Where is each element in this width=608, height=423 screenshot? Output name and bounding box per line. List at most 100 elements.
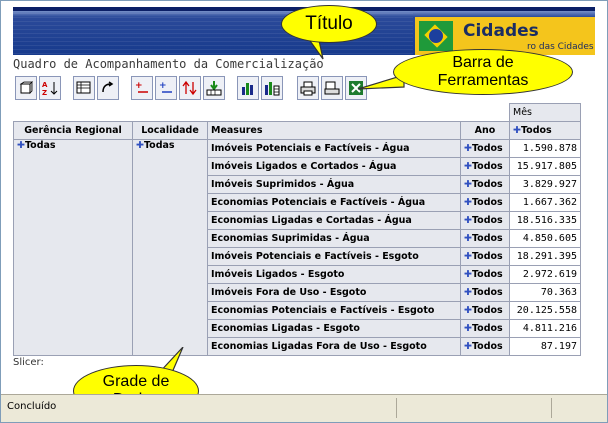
measure-cell: Imóveis Suprimidos - Água	[207, 175, 461, 194]
measure-cell: Economias Ligadas Fora de Uso - Esgoto	[207, 337, 461, 356]
measure-cell: Economias Ligadas e Cortadas - Água	[207, 211, 461, 230]
ano-value: Todos	[471, 143, 503, 154]
column-header-measures: Measures	[207, 121, 461, 140]
ano-cell[interactable]: ✚Todos	[460, 265, 510, 284]
measure-cell: Imóveis Ligados e Cortados - Água	[207, 157, 461, 176]
expand-plus-icon[interactable]: ✚	[513, 125, 521, 136]
value-cell: 4.850.605	[509, 229, 581, 248]
value-cell: 15.917.805	[509, 157, 581, 176]
expand-plus-icon[interactable]: ✚	[464, 233, 472, 244]
expand-plus-icon[interactable]: ✚	[464, 215, 472, 226]
status-divider	[396, 398, 397, 418]
status-text: Concluído	[7, 401, 57, 412]
measure-cell: Economias Potenciais e Factíveis - Água	[207, 193, 461, 212]
expand-icon[interactable]: +	[131, 76, 153, 100]
value-cell: 70.363	[509, 283, 581, 302]
data-grid: Mês Gerência Regional Localidade Measure…	[13, 103, 581, 356]
brand-title: Cidades	[463, 21, 539, 41]
expand-plus-icon[interactable]: ✚	[464, 197, 472, 208]
measure-cell: Imóveis Ligados - Esgoto	[207, 265, 461, 284]
ano-value: Todos	[471, 305, 503, 316]
column-header-ano: Ano	[460, 121, 510, 140]
ano-cell[interactable]: ✚Todos	[460, 283, 510, 302]
value-cell: 1.667.362	[509, 193, 581, 212]
browser-content: Cidades ro das Cidades Quadro de Acompan…	[0, 0, 608, 423]
print-icon[interactable]	[297, 76, 319, 100]
value-cell: 20.125.558	[509, 301, 581, 320]
measure-cell: Economias Potenciais e Factíveis - Esgot…	[207, 301, 461, 320]
value-cell: 3.829.927	[509, 175, 581, 194]
ano-value: Todos	[471, 287, 503, 298]
ano-cell[interactable]: ✚Todos	[460, 157, 510, 176]
gerencia-value: Todas	[24, 140, 56, 151]
ano-value: Todos	[471, 197, 503, 208]
ano-value: Todos	[471, 161, 503, 172]
drill-through-icon[interactable]	[203, 76, 225, 100]
collapse-icon[interactable]: +	[155, 76, 177, 100]
ano-cell[interactable]: ✚Todos	[460, 301, 510, 320]
swap-icon[interactable]	[97, 76, 119, 100]
chart-icon[interactable]	[237, 76, 259, 100]
ano-cell[interactable]: ✚Todos	[460, 139, 510, 158]
expand-plus-icon[interactable]: ✚	[464, 341, 472, 352]
value-cell: 87.197	[509, 337, 581, 356]
ano-cell[interactable]: ✚Todos	[460, 229, 510, 248]
ano-cell[interactable]: ✚Todos	[460, 175, 510, 194]
localidade-value: Todas	[143, 140, 175, 151]
value-cell: 1.590.878	[509, 139, 581, 158]
value-cell: 18.516.335	[509, 211, 581, 230]
expand-plus-icon[interactable]: ✚	[464, 287, 472, 298]
expand-plus-icon[interactable]: ✚	[464, 179, 472, 190]
ano-value: Todos	[471, 233, 503, 244]
ano-value: Todos	[471, 251, 503, 262]
expand-plus-icon[interactable]: ✚	[136, 140, 144, 151]
ano-cell[interactable]: ✚Todos	[460, 319, 510, 338]
column-header-gerencia: Gerência Regional	[13, 121, 133, 140]
expand-plus-icon[interactable]: ✚	[464, 323, 472, 334]
svg-text:Z: Z	[42, 89, 47, 96]
mes-todos-label: Todos	[520, 125, 552, 136]
value-cell: 18.291.395	[509, 247, 581, 266]
drill-icon[interactable]	[73, 76, 95, 100]
page-title: Quadro de Acompanhamento da Comercializa…	[13, 57, 324, 71]
value-cell: 4.811.216	[509, 319, 581, 338]
measure-cell: Economias Suprimidas - Água	[207, 229, 461, 248]
table-row: ✚Todas ✚Todas Imóveis Potenciais e Factí…	[13, 139, 581, 356]
ano-cell[interactable]: ✚Todos	[460, 193, 510, 212]
ano-value: Todos	[471, 179, 503, 190]
callout-barra-ferramentas: Barra de Ferramentas	[393, 49, 573, 95]
ano-cell[interactable]: ✚Todos	[460, 211, 510, 230]
measure-cell: Imóveis Potenciais e Factíveis - Esgoto	[207, 247, 461, 266]
chart-grid-icon[interactable]	[261, 76, 283, 100]
ano-cell[interactable]: ✚Todos	[460, 247, 510, 266]
value-cell: 2.972.619	[509, 265, 581, 284]
drill-updown-icon[interactable]	[179, 76, 201, 100]
grid-corner	[13, 103, 510, 122]
sort-icon[interactable]: AZ	[39, 76, 61, 100]
ano-cell[interactable]: ✚Todos	[460, 337, 510, 356]
localidade-todas-cell[interactable]: ✚Todas	[132, 139, 208, 356]
mes-todos-cell[interactable]: ✚Todos	[509, 121, 581, 140]
gerencia-todas-cell[interactable]: ✚Todas	[13, 139, 133, 356]
expand-plus-icon[interactable]: ✚	[464, 161, 472, 172]
column-header-localidade: Localidade	[132, 121, 208, 140]
print-preview-icon[interactable]	[321, 76, 343, 100]
brazil-flag-icon	[419, 21, 453, 51]
column-header-mes: Mês	[509, 103, 581, 122]
measure-cell: Economias Ligadas - Esgoto	[207, 319, 461, 338]
measure-cell: Imóveis Fora de Uso - Esgoto	[207, 283, 461, 302]
expand-plus-icon[interactable]: ✚	[464, 143, 472, 154]
measure-cell: Imóveis Potenciais e Factíveis - Água	[207, 139, 461, 158]
slicer-label: Slicer:	[13, 357, 44, 368]
ano-value: Todos	[471, 269, 503, 280]
expand-plus-icon[interactable]: ✚	[17, 140, 25, 151]
ano-value: Todos	[471, 341, 503, 352]
expand-plus-icon[interactable]: ✚	[464, 305, 472, 316]
callout-titulo: Título	[281, 5, 377, 43]
expand-plus-icon[interactable]: ✚	[464, 251, 472, 262]
brand-subtitle: ro das Cidades	[527, 42, 594, 52]
svg-text:+: +	[135, 81, 143, 91]
expand-plus-icon[interactable]: ✚	[464, 269, 472, 280]
layout-icon[interactable]	[15, 76, 37, 100]
status-divider	[551, 398, 552, 418]
